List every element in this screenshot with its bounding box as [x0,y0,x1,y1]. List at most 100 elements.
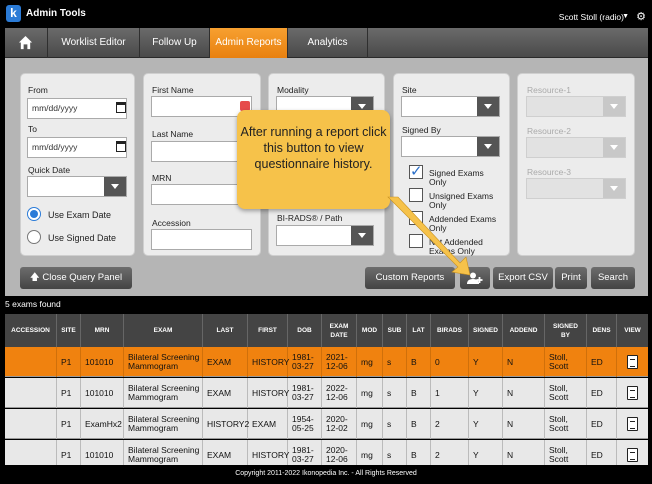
col-signed[interactable]: SIGNED [469,314,503,347]
col-exam-date[interactable]: EXAM DATE [322,314,357,347]
cell-mod: mg [357,347,383,377]
callout-arrow [387,196,471,276]
col-last[interactable]: LAST [203,314,248,347]
mrn-label: MRN [152,173,172,183]
signed-exams-checkbox[interactable] [409,162,423,180]
print-button[interactable]: Print [555,267,587,289]
resource-3-label: Resource-3 [527,167,571,177]
cell-last: HISTORY2 [203,409,249,439]
cell-accession [5,409,57,439]
site-label: Site [402,85,417,95]
user-menu[interactable]: Scott Stoll (radio) [559,12,624,22]
cell-signed: Y [469,378,503,408]
cell-birads: 1 [431,378,469,408]
cell-addend: N [503,409,545,439]
document-icon[interactable] [627,355,638,369]
col-site[interactable]: SITE [57,314,81,347]
cell-birads: 2 [431,409,469,439]
app-logo: k [6,5,21,22]
cell-dob: 1981-03-27 [288,378,322,408]
col-birads[interactable]: BIRADS [431,314,469,347]
chevron-down-icon[interactable] [477,97,499,116]
resource-card: Resource-1 Resource-2 Resource-3 [517,73,635,256]
table-row[interactable]: P1 101010 Bilateral Screening Mammogram … [5,347,648,377]
col-mod[interactable]: MOD [357,314,383,347]
resource-3-select[interactable] [526,178,626,199]
nav-bar: Worklist Editor Follow Up Admin Reports … [5,28,648,58]
tab-worklist-editor[interactable]: Worklist Editor [48,28,140,58]
calendar-icon[interactable] [116,141,126,152]
chevron-down-icon[interactable] [477,137,499,156]
cell-dob: 1954-05-25 [288,409,322,439]
table-header: ACCESSION SITE MRN EXAM LAST FIRST DOB E… [5,314,648,347]
cell-first: HISTORY [248,378,289,408]
home-button[interactable] [5,28,48,58]
top-bar: k Admin Tools Scott Stoll (radio) ▼ ⚙ [0,0,652,28]
cell-site: P1 [57,409,81,439]
cell-lat: B [407,347,431,377]
birads-label: BI-RADS® / Path [277,213,343,223]
use-exam-date-radio[interactable] [27,207,41,221]
table-row[interactable]: P1 ExamHx2 Bilateral Screening Mammogram… [5,409,648,439]
calendar-icon[interactable] [116,102,126,113]
cell-mrn: 101010 [81,347,124,377]
tab-admin-reports[interactable]: Admin Reports [210,28,288,58]
col-mrn[interactable]: MRN [81,314,124,347]
cell-exam: Bilateral Screening Mammogram [124,409,203,439]
quick-date-select[interactable] [27,176,127,197]
tab-analytics[interactable]: Analytics [288,28,368,58]
app-title: Admin Tools [26,8,86,19]
col-exam[interactable]: EXAM [124,314,203,347]
accession-input[interactable] [151,229,252,250]
cell-first: HISTORY [248,347,289,377]
to-date-input[interactable]: mm/dd/yyyy [27,137,127,158]
col-sub[interactable]: SUB [383,314,407,347]
cell-addend: N [503,378,545,408]
cell-addend: N [503,347,545,377]
col-first[interactable]: FIRST [248,314,288,347]
table-row[interactable]: P1 101010 Bilateral Screening Mammogram … [5,378,648,408]
from-date-input[interactable]: mm/dd/yyyy [27,98,127,119]
document-icon[interactable] [627,417,638,431]
tooltip-callout: After running a report click this button… [237,110,390,209]
cell-dens: ED [587,409,617,439]
col-accession[interactable]: ACCESSION [5,314,57,347]
col-addend[interactable]: ADDEND [503,314,545,347]
results-count: 5 exams found [5,299,61,309]
cell-mrn: ExamHx2 [81,409,124,439]
cell-site: P1 [57,347,81,377]
col-dens[interactable]: DENS [587,314,617,347]
tab-follow-up[interactable]: Follow Up [140,28,210,58]
document-icon[interactable] [627,386,638,400]
document-icon[interactable] [627,448,638,462]
resource-1-select[interactable] [526,96,626,117]
cell-birads: 0 [431,347,469,377]
chevron-down-icon[interactable] [104,177,126,196]
close-query-panel-label: Close Query Panel [42,272,123,283]
resource-2-label: Resource-2 [527,126,571,136]
col-signed-by[interactable]: SIGNED BY [545,314,587,347]
cell-mrn: 101010 [81,378,124,408]
export-csv-button[interactable]: Export CSV [493,267,553,289]
col-dob[interactable]: DOB [288,314,322,347]
footer: Copyright 2011-2022 Ikonopedia Inc. - Al… [0,465,652,484]
cell-dob: 1981-03-27 [288,347,322,377]
signed-by-select[interactable] [401,136,500,157]
resource-2-select[interactable] [526,137,626,158]
gear-icon[interactable]: ⚙ [636,10,646,23]
col-lat[interactable]: LAT [407,314,431,347]
use-signed-date-radio[interactable] [27,230,41,244]
site-select[interactable] [401,96,500,117]
col-view[interactable]: VIEW [617,314,648,347]
cell-lat: B [407,378,431,408]
chevron-down-icon[interactable]: ▼ [622,13,629,20]
modality-label: Modality [277,85,309,95]
cell-last: EXAM [203,347,248,377]
to-label: To [28,124,37,134]
cell-signed-by: Stoll, Scott [545,347,587,377]
birads-select[interactable] [276,225,374,246]
close-query-panel-button[interactable]: 🡅 Close Query Panel [20,267,132,289]
search-button[interactable]: Search [591,267,635,289]
cell-accession [5,378,57,408]
cell-sub: s [383,409,407,439]
